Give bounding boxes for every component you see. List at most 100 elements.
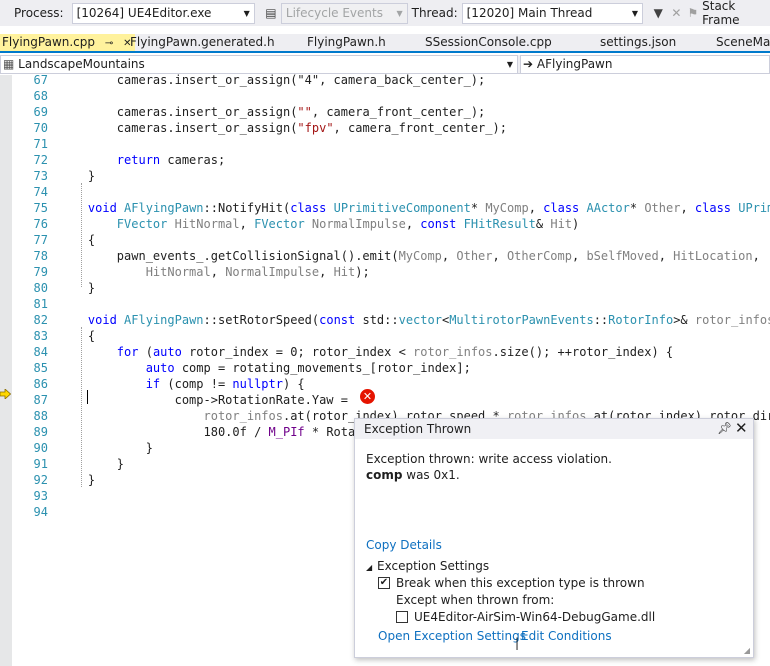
code-text: cameras.insert_or_assign("4", camera_bac… xyxy=(59,72,485,88)
pin-icon[interactable]: 📌︎ xyxy=(717,421,732,435)
code-token: , xyxy=(319,265,334,279)
code-token: } xyxy=(59,441,153,455)
tab-ssessionconsole-cpp[interactable]: SSessionConsole.cpp xyxy=(425,34,552,51)
break-on-exception-row[interactable]: ✔ Break when this exception type is thro… xyxy=(378,576,645,590)
code-line[interactable]: 68 xyxy=(0,88,770,104)
resize-grip-icon[interactable]: ◢ xyxy=(744,646,750,655)
code-token: 180.0f / xyxy=(59,425,269,439)
line-number: 81 xyxy=(33,297,48,311)
close-icon[interactable]: ✕ xyxy=(735,419,748,437)
code-token: M_PIf xyxy=(268,425,305,439)
tab-flyingpawn-cpp[interactable]: FlyingPawn.cpp ⊸ ✕ xyxy=(0,34,136,51)
code-line[interactable]: 70 cameras.insert_or_assign("fpv", camer… xyxy=(0,120,770,136)
code-line[interactable]: 87 comp->RotationRate.Yaw = xyxy=(0,392,770,408)
code-token: & xyxy=(535,217,551,231)
exception-detail: comp was 0x1. xyxy=(366,468,460,482)
code-line[interactable]: 73 } xyxy=(0,168,770,184)
tab-flyingpawn-h[interactable]: FlyingPawn.h xyxy=(307,34,386,51)
copy-details-link[interactable]: Copy Details xyxy=(366,538,442,552)
exception-settings-header[interactable]: ◢ Exception Settings xyxy=(366,559,489,573)
line-number: 88 xyxy=(33,409,48,423)
lifecycle-events-combo[interactable]: Lifecycle Events ▼ xyxy=(280,2,408,24)
code-token: >& xyxy=(673,313,695,327)
break-checkbox[interactable]: ✔ xyxy=(378,577,390,589)
code-line[interactable]: 67 cameras.insert_or_assign("4", camera_… xyxy=(0,72,770,88)
module-checkbox[interactable] xyxy=(396,611,408,623)
tab-sceneman[interactable]: SceneMan xyxy=(716,34,770,51)
code-line[interactable]: 75 void AFlyingPawn::NotifyHit(class UPr… xyxy=(0,200,770,216)
code-text: pawn_events_.getCollisionSignal().emit(M… xyxy=(59,248,760,264)
variable-name: comp xyxy=(366,468,403,482)
clear-filter-icon[interactable]: ✕ xyxy=(667,6,685,20)
code-token: UPrimiti xyxy=(738,201,770,215)
code-token: ); xyxy=(355,265,370,279)
process-value: [10264] UE4Editor.exe xyxy=(76,6,212,20)
code-token: , xyxy=(441,249,457,263)
code-line[interactable]: 84 for (auto rotor_index = 0; rotor_inde… xyxy=(0,344,770,360)
exception-helper-popup: Exception Thrown 📌︎ ✕ Exception thrown: … xyxy=(354,418,754,658)
code-line[interactable]: 74 xyxy=(0,184,770,200)
code-token: std:: xyxy=(355,313,399,327)
edit-conditions-link[interactable]: Edit Conditions xyxy=(521,629,612,643)
code-text: } xyxy=(59,168,95,184)
code-token: rotor_infos xyxy=(413,345,493,359)
filter-icon[interactable]: ▼ xyxy=(649,6,667,20)
code-line[interactable]: 76 FVector HitNormal, FVector NormalImpu… xyxy=(0,216,770,232)
popup-title: Exception Thrown xyxy=(364,422,472,436)
open-exception-settings-link[interactable]: Open Exception Settings xyxy=(378,629,526,643)
line-number: 89 xyxy=(33,425,48,439)
code-line[interactable]: 80 } xyxy=(0,280,770,296)
code-token: ::setRotorSpeed( xyxy=(203,313,320,327)
tab-settings-json[interactable]: settings.json xyxy=(600,34,676,51)
code-line[interactable]: 79 HitNormal, NormalImpulse, Hit); xyxy=(0,264,770,280)
line-number: 71 xyxy=(33,137,48,151)
exception-message: Exception thrown: write access violation… xyxy=(366,452,612,466)
line-number: 72 xyxy=(33,153,48,167)
line-number: 78 xyxy=(33,249,48,263)
process-combo[interactable]: [10264] UE4Editor.exe ▼ xyxy=(71,2,255,24)
code-line[interactable]: 86 if (comp != nullptr) { xyxy=(0,376,770,392)
code-text: HitNormal, NormalImpulse, Hit); xyxy=(59,264,370,280)
code-token: { xyxy=(59,233,96,247)
code-token: cameras.insert_or_assign( xyxy=(59,121,298,135)
code-line[interactable]: 81 xyxy=(0,296,770,312)
code-line[interactable]: 85 auto comp = rotating_movements_[rotor… xyxy=(0,360,770,376)
module-label: UE4Editor-AirSim-Win64-DebugGame.dll xyxy=(414,610,656,624)
code-text: { xyxy=(59,232,95,248)
code-token: (comp != xyxy=(160,377,233,391)
tab-flyingpawn-generated-h[interactable]: FlyingPawn.generated.h xyxy=(130,34,275,51)
flag-icon[interactable]: ⚑ xyxy=(686,6,701,20)
code-line[interactable]: 72 return cameras; xyxy=(0,152,770,168)
chevron-down-icon: ▼ xyxy=(506,60,513,69)
code-line[interactable]: 78 pawn_events_.getCollisionSignal().emi… xyxy=(0,248,770,264)
tab-label: settings.json xyxy=(600,35,677,49)
code-token: } xyxy=(59,169,96,183)
code-token: Other xyxy=(456,249,493,263)
line-number: 90 xyxy=(33,441,48,455)
tab-label: FlyingPawn.h xyxy=(307,35,386,49)
code-token: auto xyxy=(152,345,182,359)
line-number: 76 xyxy=(33,217,48,231)
code-token: * xyxy=(629,201,645,215)
code-token: HitLocation xyxy=(673,249,753,263)
code-line[interactable]: 77 { xyxy=(0,232,770,248)
line-number: 68 xyxy=(33,89,48,103)
thread-combo[interactable]: [12020] Main Thread ▼ xyxy=(461,2,644,24)
pin-icon[interactable]: ⊸ xyxy=(105,38,113,49)
code-token: Hit xyxy=(333,265,356,279)
code-token: , camera_front_center_); xyxy=(311,105,486,119)
code-token: } xyxy=(59,473,96,487)
code-line[interactable]: 71 xyxy=(0,136,770,152)
code-line[interactable]: 82 void AFlyingPawn::setRotorSpeed(const… xyxy=(0,312,770,328)
code-token: AActor xyxy=(586,201,630,215)
chevron-down-icon: ▼ xyxy=(243,8,250,18)
module-exception-row[interactable]: UE4Editor-AirSim-Win64-DebugGame.dll xyxy=(396,610,655,624)
code-line[interactable]: 83 { xyxy=(0,328,770,344)
code-token: FHitResult xyxy=(463,217,536,231)
code-line[interactable]: 69 cameras.insert_or_assign("", camera_f… xyxy=(0,104,770,120)
code-token: if xyxy=(145,377,161,391)
code-token: class xyxy=(543,201,580,215)
